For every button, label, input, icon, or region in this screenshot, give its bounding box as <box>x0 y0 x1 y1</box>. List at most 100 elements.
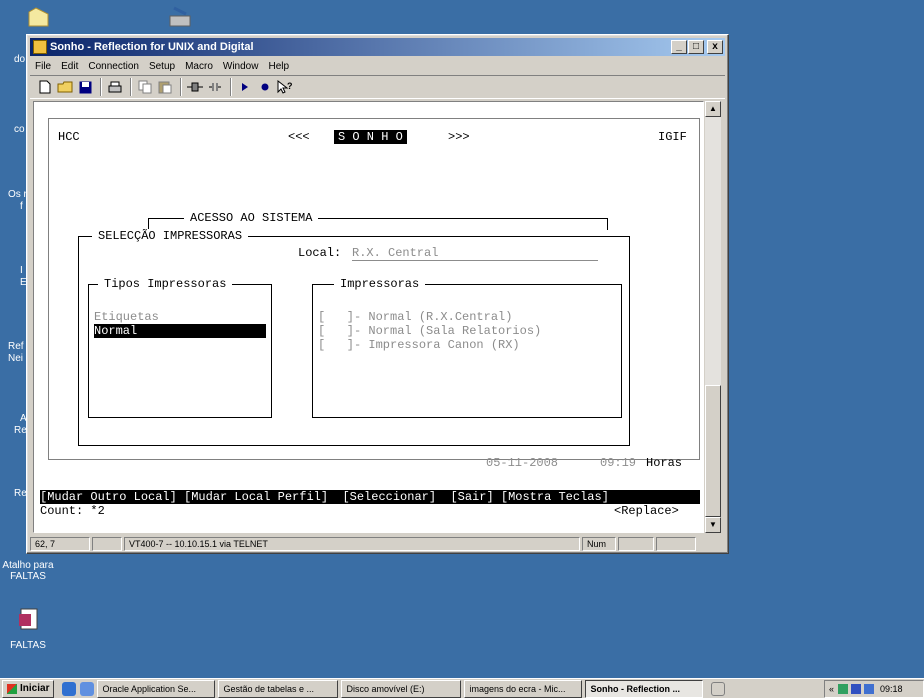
desktop-shortcut-label-line1: Atalho para <box>2 560 54 571</box>
local-field[interactable]: R.X. Central <box>352 246 598 261</box>
task-label: Sonho - Reflection ... <box>590 683 680 694</box>
mode-indicator: <Replace> <box>614 504 679 518</box>
show-desktop-icon[interactable] <box>80 681 95 696</box>
task-gestao[interactable]: Gestão de tabelas e ... <box>218 679 339 698</box>
document-icon <box>12 606 44 638</box>
scroll-down-button[interactable]: ▼ <box>705 517 721 533</box>
disconnect-icon[interactable] <box>206 78 224 96</box>
reflection-window: Sonho - Reflection for UNIX and Digital … <box>26 34 729 554</box>
desktop-label-partial: Re <box>14 488 27 499</box>
toolbar-separator <box>230 78 232 96</box>
count-line: Count: *2 <box>40 504 105 518</box>
task-label: Gestão de tabelas e ... <box>223 683 315 694</box>
close-button[interactable]: x <box>707 40 723 54</box>
menu-window[interactable]: Window <box>218 61 264 72</box>
local-label: Local: <box>298 246 342 260</box>
tipo-item-etiquetas[interactable]: Etiquetas <box>94 310 159 324</box>
vertical-scrollbar[interactable]: ▲ ▼ <box>705 101 721 533</box>
desktop-shortcut-faltas[interactable]: Atalho para FALTAS <box>0 560 60 582</box>
terminal-screen: HCC <<< S O N H O >>> IGIF ACESSO AO SIS… <box>40 118 700 528</box>
toolbar-separator <box>130 78 132 96</box>
scroll-up-button[interactable]: ▲ <box>705 101 721 117</box>
impressora-item[interactable]: [ ]- Impressora Canon (RX) <box>318 338 520 352</box>
terminal-area[interactable]: HCC <<< S O N H O >>> IGIF ACESSO AO SIS… <box>33 101 704 533</box>
start-button[interactable]: Iniciar <box>2 679 55 698</box>
tipo-item-normal-selected[interactable]: Normal <box>94 324 266 338</box>
desktop-icon-faltas[interactable]: FALTAS <box>2 606 54 651</box>
scroll-thumb[interactable] <box>705 385 721 517</box>
menu-macro[interactable]: Macro <box>180 61 218 72</box>
drive-icon[interactable] <box>166 4 194 30</box>
window-titlebar[interactable]: Sonho - Reflection for UNIX and Digital … <box>30 38 725 56</box>
minimize-button[interactable]: _ <box>671 40 687 54</box>
function-key-bar[interactable]: [Mudar Outro Local] [Mudar Local Perfil]… <box>40 490 700 504</box>
desktop-label-partial: do <box>14 54 26 65</box>
menubar: File Edit Connection Setup Macro Window … <box>30 58 725 74</box>
maximize-button[interactable]: □ <box>688 40 704 54</box>
tray-app-icon[interactable] <box>851 683 862 694</box>
desktop-shortcut-label-line2: FALTAS <box>10 571 46 582</box>
connect-icon[interactable] <box>186 78 204 96</box>
impressora-item[interactable]: [ ]- Normal (R.X.Central) <box>318 310 512 324</box>
copy-icon[interactable] <box>136 78 154 96</box>
desktop-label-partial: Nei <box>8 353 24 364</box>
paste-icon[interactable] <box>156 78 174 96</box>
time-value: 09:19 <box>600 456 637 470</box>
new-icon[interactable] <box>36 78 54 96</box>
desktop-label-partial: I <box>20 265 23 276</box>
task-label: imagens do ecra - Mic... <box>469 683 566 694</box>
ie-icon[interactable] <box>62 681 77 696</box>
cursor-position: 62, 7 <box>30 537 90 551</box>
header-arrows-right: >>> <box>448 130 470 144</box>
save-icon[interactable] <box>76 78 94 96</box>
status-blank <box>618 537 654 551</box>
windows-logo-icon <box>7 683 17 694</box>
desktop-icon-label: FALTAS <box>10 640 46 651</box>
tipo-item-normal-label: Normal <box>94 324 266 338</box>
app-icon <box>33 40 47 54</box>
desktop-label-partial: Os r <box>8 189 27 200</box>
impressoras-title: Impressoras <box>334 277 426 291</box>
header-arrows-left: <<< <box>288 130 310 144</box>
print-icon[interactable] <box>106 78 124 96</box>
status-blank <box>92 537 122 551</box>
menu-help[interactable]: Help <box>263 61 294 72</box>
tipos-title: Tipos Impressoras <box>98 277 233 291</box>
menu-file[interactable]: File <box>30 61 56 72</box>
header-app-name: S O N H O <box>334 130 407 144</box>
toolbar-separator <box>100 78 102 96</box>
toolbar-separator <box>180 78 182 96</box>
impressora-item[interactable]: [ ]- Normal (Sala Relatorios) <box>318 324 541 338</box>
tray-app-icon[interactable] <box>864 683 875 694</box>
header-left: HCC <box>58 130 80 144</box>
tray-app-icon[interactable] <box>838 683 849 694</box>
desktop-label-partial: Ref <box>8 341 24 352</box>
time-label: Horas <box>646 456 683 470</box>
num-lock-indicator: Num <box>582 537 616 551</box>
help-tray-icon[interactable] <box>711 681 726 696</box>
start-label: Iniciar <box>20 683 50 694</box>
menu-edit[interactable]: Edit <box>56 61 83 72</box>
task-disco[interactable]: Disco amovível (E:) <box>341 679 462 698</box>
help-icon[interactable]: ? <box>276 78 294 96</box>
task-label: Disco amovível (E:) <box>346 683 425 694</box>
desktop-label-partial: Re <box>14 425 27 436</box>
open-icon[interactable] <box>56 78 74 96</box>
task-sonho[interactable]: Sonho - Reflection ... <box>585 679 704 698</box>
window-title: Sonho - Reflection for UNIX and Digital <box>50 41 254 53</box>
task-oracle[interactable]: Oracle Application Se... <box>97 679 216 698</box>
acesso-title: ACESSO AO SISTEMA <box>184 211 319 225</box>
svg-text:?: ? <box>287 81 293 91</box>
toolbar: ? <box>30 75 725 99</box>
header-right: IGIF <box>658 130 687 144</box>
tipos-frame <box>88 284 272 418</box>
menu-setup[interactable]: Setup <box>144 61 180 72</box>
task-imagens[interactable]: imagens do ecra - Mic... <box>464 679 583 698</box>
status-blank <box>656 537 696 551</box>
menu-connection[interactable]: Connection <box>83 61 144 72</box>
play-icon[interactable] <box>236 78 254 96</box>
folder-icon[interactable] <box>26 4 52 30</box>
tray-expand[interactable]: « <box>829 684 834 694</box>
record-icon[interactable] <box>256 78 274 96</box>
desktop-label-partial: f <box>20 201 23 212</box>
